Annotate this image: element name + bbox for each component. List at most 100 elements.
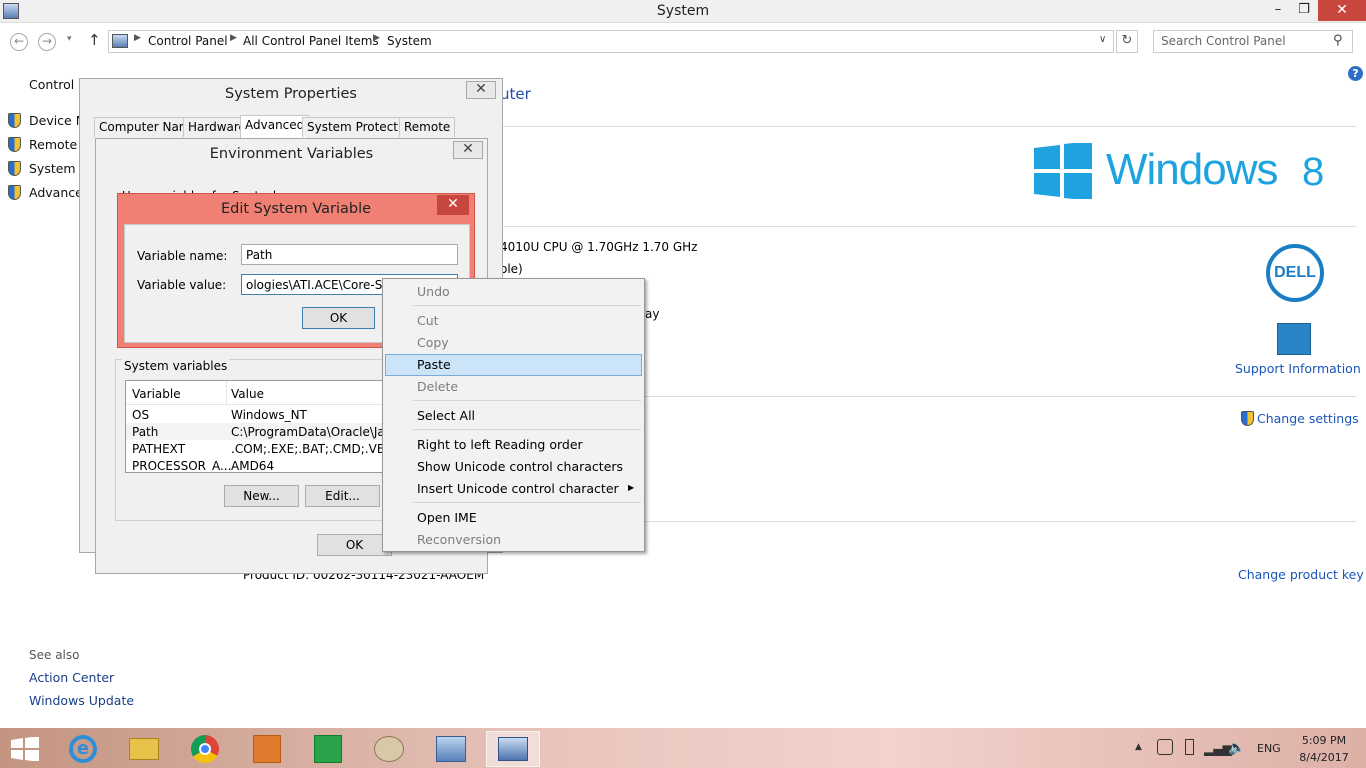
- action-center-link[interactable]: Action Center: [29, 670, 114, 685]
- menu-item-undo[interactable]: Undo: [417, 284, 450, 299]
- table-row-value[interactable]: .COM;.EXE;.BAT;.CMD;.VBS;.V: [231, 442, 382, 456]
- change-product-key-link[interactable]: Change product key: [1238, 567, 1364, 582]
- table-row-value[interactable]: AMD64: [231, 459, 274, 472]
- shield-icon: [8, 137, 21, 152]
- action-center-icon[interactable]: [1157, 739, 1173, 755]
- battery-icon[interactable]: [1185, 739, 1194, 755]
- tab-advanced[interactable]: Advanced: [240, 115, 310, 138]
- close-icon[interactable]: ✕: [437, 195, 469, 215]
- support-information-link[interactable]: Support Information: [1235, 361, 1361, 376]
- ok-button[interactable]: OK: [302, 307, 375, 329]
- advanced-settings-link[interactable]: Advance: [29, 185, 83, 200]
- shield-icon: [8, 161, 21, 176]
- menu-item-rtl-reading-order[interactable]: Right to left Reading order: [417, 437, 583, 452]
- paint-icon[interactable]: [362, 731, 416, 767]
- menu-item-paste[interactable]: Paste: [417, 357, 451, 372]
- close-icon[interactable]: ✕: [453, 141, 483, 159]
- new-variable-button[interactable]: New...: [224, 485, 299, 507]
- chevron-right-icon: ▶: [134, 33, 141, 43]
- table-row-value[interactable]: C:\ProgramData\Oracle\Java\ja: [231, 425, 382, 439]
- maximize-button[interactable]: ❐: [1290, 0, 1318, 21]
- dialog-title: Edit System Variable: [220, 201, 372, 217]
- menu-item-insert-unicode[interactable]: Insert Unicode control character: [417, 481, 619, 496]
- table-row-name[interactable]: PROCESSOR_A...: [132, 459, 231, 472]
- table-row-value[interactable]: Windows_NT: [231, 408, 307, 422]
- clock-date[interactable]: 8/4/2017: [1296, 751, 1352, 764]
- control-panel-taskbar-icon[interactable]: [424, 731, 478, 767]
- table-row-name[interactable]: OS: [132, 408, 149, 422]
- tab-remote[interactable]: Remote: [399, 117, 456, 137]
- help-icon[interactable]: ?: [1348, 66, 1363, 81]
- menu-item-open-ime[interactable]: Open IME: [417, 510, 477, 525]
- change-settings-link[interactable]: Change settings: [1257, 411, 1359, 426]
- divider: [500, 126, 1356, 127]
- close-icon[interactable]: ✕: [466, 81, 496, 99]
- windows-update-link[interactable]: Windows Update: [29, 693, 134, 708]
- dialog-title: System Properties: [225, 86, 357, 102]
- table-row-name[interactable]: Path: [132, 425, 158, 439]
- window-titlebar: System – ❐ ✕: [0, 0, 1366, 23]
- close-button[interactable]: ✕: [1318, 0, 1366, 21]
- chrome-icon[interactable]: [178, 731, 232, 767]
- store-icon[interactable]: [301, 731, 355, 767]
- ram-value: ole): [500, 262, 523, 276]
- context-menu: Undo Cut Copy Paste Delete Select All Ri…: [382, 278, 645, 552]
- table-row-name[interactable]: PATHEXT: [132, 442, 185, 456]
- processor-value: 4010U CPU @ 1.70GHz 1.70 GHz: [500, 240, 698, 254]
- chevron-down-icon[interactable]: ∨: [1099, 34, 1106, 45]
- system-window-taskbar-icon[interactable]: [486, 731, 540, 767]
- windows-logo-text: Windows: [1106, 145, 1278, 194]
- internet-explorer-icon[interactable]: e: [56, 731, 110, 767]
- divider: [645, 396, 1356, 397]
- variable-name-label: Variable name:: [137, 249, 228, 263]
- menu-item-delete[interactable]: Delete: [417, 379, 458, 394]
- pen-touch-value: ay: [645, 307, 660, 321]
- device-manager-link[interactable]: Device M: [29, 113, 87, 128]
- breadcrumb-all-items[interactable]: All Control Panel Items: [243, 34, 379, 48]
- clock-time[interactable]: 5:09 PM: [1300, 734, 1348, 747]
- variable-name-input[interactable]: Path: [241, 244, 458, 265]
- see-also-label: See also: [29, 648, 80, 662]
- menu-item-show-unicode[interactable]: Show Unicode control characters: [417, 459, 623, 474]
- page-heading: uter: [500, 85, 531, 103]
- column-header-variable[interactable]: Variable: [132, 387, 181, 401]
- input-language[interactable]: ENG: [1257, 742, 1281, 755]
- menu-item-select-all[interactable]: Select All: [417, 408, 475, 423]
- breadcrumb-control-panel[interactable]: Control Panel: [148, 34, 228, 48]
- minimize-button[interactable]: –: [1264, 0, 1292, 21]
- search-icon[interactable]: ⚲: [1333, 33, 1343, 48]
- up-arrow-icon[interactable]: ↑: [88, 31, 101, 49]
- system-variables-table[interactable]: Variable Value OS Windows_NT Path C:\Pro…: [125, 380, 383, 473]
- shield-icon: [8, 113, 21, 128]
- energy-star-icon: [1277, 323, 1311, 355]
- menu-item-cut[interactable]: Cut: [417, 313, 439, 328]
- menu-item-reconversion[interactable]: Reconversion: [417, 532, 501, 547]
- divider: [500, 226, 1356, 227]
- chevron-right-icon: ▶: [230, 33, 237, 43]
- variable-value-label: Variable value:: [137, 278, 227, 292]
- edit-variable-button[interactable]: Edit...: [305, 485, 380, 507]
- chevron-right-icon: ▶: [373, 33, 380, 43]
- forward-arrow-icon[interactable]: →: [38, 33, 56, 51]
- show-hidden-icons-icon[interactable]: ▲: [1135, 742, 1142, 752]
- ok-button[interactable]: OK: [317, 534, 392, 556]
- recent-dropdown-icon[interactable]: ▾: [67, 34, 72, 44]
- window-title: System: [656, 3, 710, 19]
- windows-start-icon[interactable]: [11, 736, 39, 762]
- search-input[interactable]: Search Control Panel: [1153, 30, 1353, 53]
- menu-item-copy[interactable]: Copy: [417, 335, 449, 350]
- submenu-arrow-icon: ▶: [628, 483, 635, 492]
- breadcrumb-system[interactable]: System: [387, 34, 432, 48]
- column-header-value[interactable]: Value: [231, 387, 264, 401]
- address-bar[interactable]: ▶ Control Panel ▶ All Control Panel Item…: [108, 30, 1114, 53]
- file-explorer-icon[interactable]: [117, 731, 171, 767]
- control-panel-icon: [112, 34, 128, 48]
- dell-logo: DELL: [1266, 244, 1324, 302]
- dialog-title: Environment Variables: [209, 146, 374, 162]
- camera-app-icon[interactable]: [240, 731, 294, 767]
- shield-icon: [8, 185, 21, 200]
- refresh-icon[interactable]: ↻: [1116, 30, 1138, 53]
- volume-icon[interactable]: 🔈: [1228, 740, 1245, 756]
- back-arrow-icon[interactable]: ←: [10, 33, 28, 51]
- control-panel-home-link[interactable]: Control P: [29, 77, 86, 92]
